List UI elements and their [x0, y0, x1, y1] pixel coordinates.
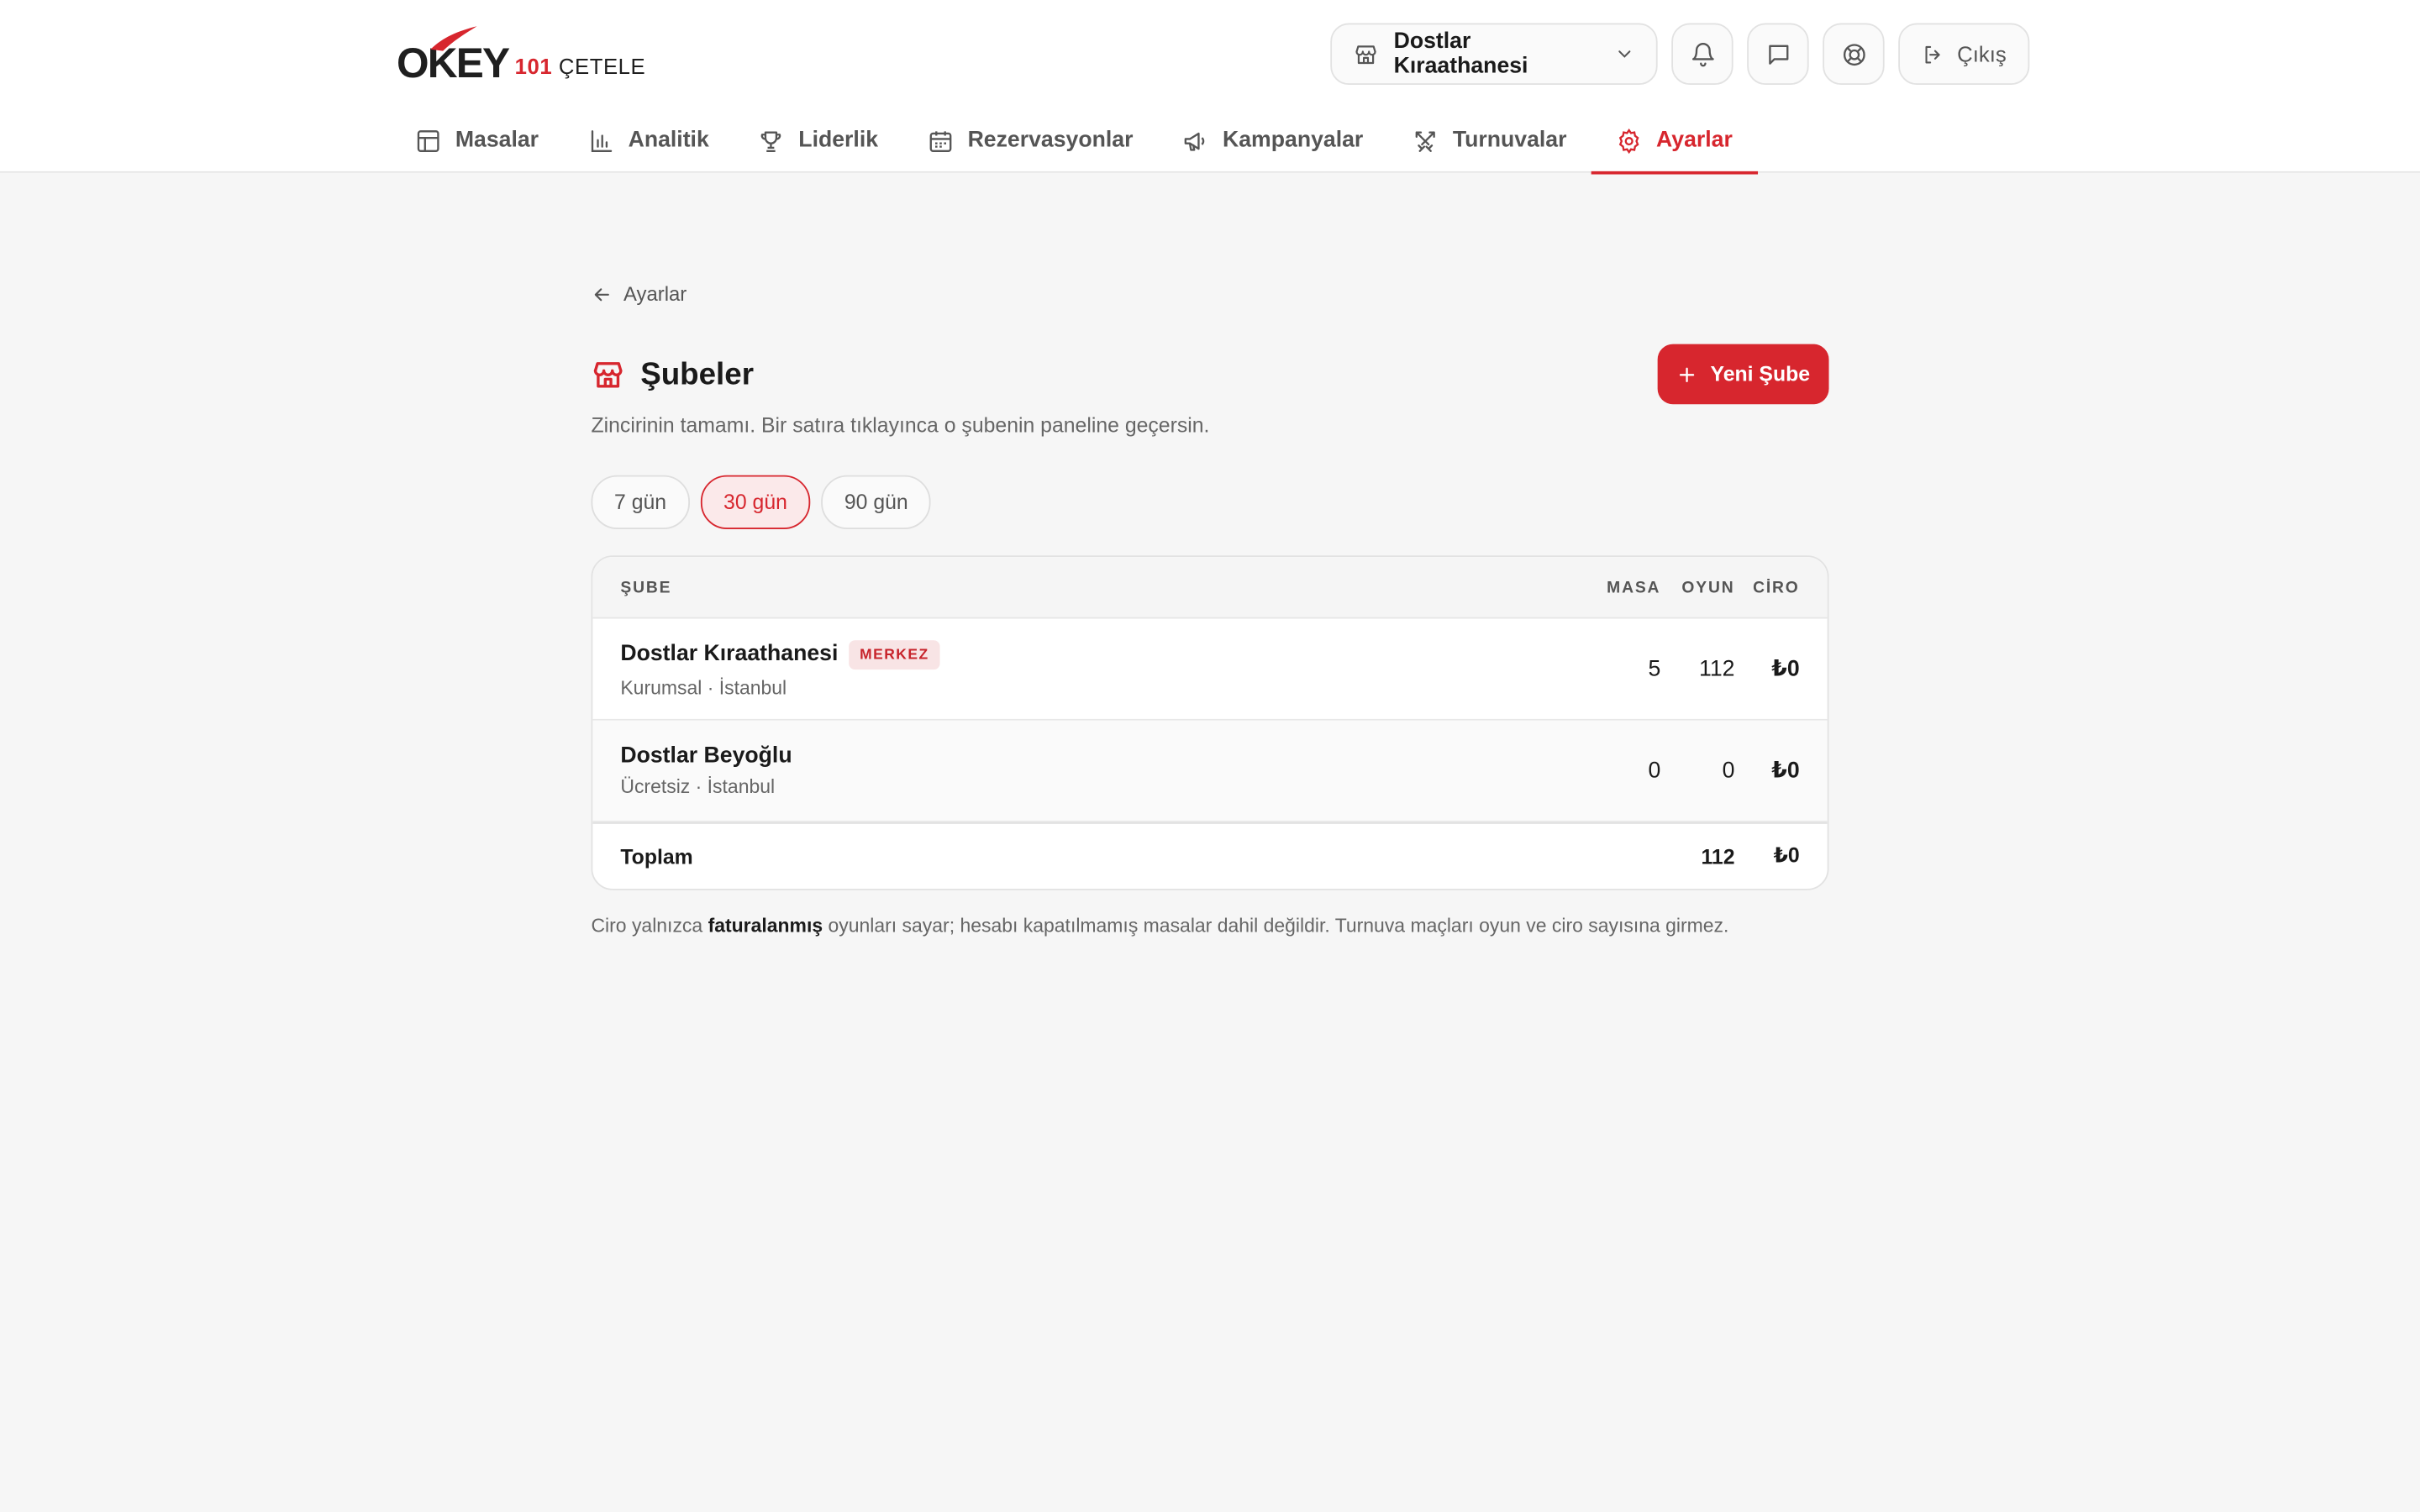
- notifications-button[interactable]: [1671, 23, 1733, 86]
- column-games: OYUN: [1681, 577, 1735, 596]
- column-revenue: CİRO: [1753, 577, 1800, 596]
- branch-selector[interactable]: Dostlar Kıraathanesi: [1330, 23, 1658, 86]
- tab-analitik[interactable]: Analitik: [563, 108, 734, 173]
- branch-revenue: ₺0: [1771, 656, 1800, 681]
- column-branch: ŞUBE: [620, 577, 672, 596]
- header-actions: Dostlar Kıraathanesi Çıkış: [1330, 23, 2030, 86]
- table-total-row: Toplam 112 ₺0: [592, 822, 1828, 889]
- logo-subtitle: 101 ÇETELE: [514, 54, 646, 79]
- table-header: ŞUBE MASA OYUN CİRO: [592, 557, 1828, 619]
- page-description: Zincirinin tamamı. Bir satıra tıklayınca…: [591, 413, 1210, 437]
- table-row[interactable]: Dostlar Beyoğlu Ücretsiz · İstanbul 0 0 …: [592, 720, 1828, 822]
- page-title: Şubeler: [640, 357, 754, 391]
- column-tables: MASA: [1607, 577, 1661, 596]
- tab-liderlik[interactable]: Liderlik: [734, 108, 902, 173]
- megaphone-icon: [1184, 131, 1205, 150]
- page-header: Şubeler Yeni Şube: [591, 344, 1829, 406]
- store-icon: [593, 362, 623, 388]
- range-30-days[interactable]: 30 gün: [700, 475, 811, 529]
- tab-rezervasyonlar[interactable]: Rezervasyonlar: [902, 108, 1157, 173]
- new-branch-button[interactable]: Yeni Şube: [1657, 344, 1829, 405]
- new-branch-label: Yeni Şube: [1710, 362, 1811, 386]
- branch-name: Dostlar Beyoğlu: [620, 743, 792, 769]
- logout-button[interactable]: Çıkış: [1898, 23, 2030, 86]
- bell-icon: [1691, 42, 1713, 66]
- branch-meta: Ücretsiz · İstanbul: [620, 775, 776, 798]
- support-button[interactable]: [1823, 23, 1885, 86]
- branch-games: 0: [1722, 758, 1735, 784]
- branch-selector-label: Dostlar Kıraathanesi: [1393, 29, 1528, 79]
- gear-icon: [1619, 128, 1639, 154]
- store-icon: [1355, 45, 1376, 64]
- branch-revenue: ₺0: [1771, 758, 1800, 784]
- app-root: OKEY 101 ÇETELE Dostlar Kıraathanesi Çık…: [0, 0, 2420, 1512]
- tab-ayarlar[interactable]: Ayarlar: [1591, 108, 1759, 175]
- swords-icon: [1416, 130, 1436, 152]
- message-icon: [1768, 44, 1788, 64]
- total-revenue: ₺0: [1773, 843, 1800, 868]
- logout-label: Çıkış: [1957, 41, 2007, 66]
- chevron-down-icon: [1618, 50, 1631, 58]
- branch-name: Dostlar Kıraathanesi: [620, 642, 839, 667]
- top-header: OKEY 101 ÇETELE Dostlar Kıraathanesi Çık…: [0, 0, 2420, 175]
- branch-tables: 0: [1648, 758, 1661, 784]
- plus-icon: [1680, 366, 1695, 382]
- total-games: 112: [1701, 844, 1735, 869]
- range-filter: 7 gün 30 gün 90 gün: [591, 475, 932, 529]
- main-nav: Masalar Analitik Liderlik Rezervasyonlar…: [391, 108, 1759, 175]
- arrow-left-icon: [594, 287, 609, 301]
- lifebuoy-icon: [1843, 43, 1865, 66]
- branch-tables: 5: [1648, 656, 1661, 681]
- calendar-icon: [929, 130, 952, 152]
- branch-meta: Kurumsal · İstanbul: [620, 676, 787, 699]
- table-icon: [417, 129, 439, 152]
- logo[interactable]: OKEY 101 ÇETELE: [397, 26, 646, 87]
- range-90-days[interactable]: 90 gün: [821, 475, 932, 529]
- messages-button[interactable]: [1747, 23, 1809, 86]
- branch-games: 112: [1699, 656, 1735, 681]
- total-label: Toplam: [620, 844, 693, 869]
- logout-icon: [1925, 45, 1940, 63]
- tab-masalar[interactable]: Masalar: [391, 108, 564, 173]
- bar-chart-icon: [591, 129, 613, 152]
- footnote: Ciro yalnızca faturalanmış oyunları saya…: [591, 915, 1729, 937]
- tab-kampanyalar[interactable]: Kampanyalar: [1158, 108, 1388, 173]
- table-row[interactable]: Dostlar Kıraathanesi MERKEZ Kurumsal · İ…: [592, 619, 1828, 721]
- branches-table: ŞUBE MASA OYUN CİRO Dostlar Kıraathanesi…: [591, 555, 1829, 890]
- back-link-label: Ayarlar: [623, 282, 687, 306]
- tab-turnuvalar[interactable]: Turnuvalar: [1388, 108, 1591, 173]
- status-badge: MERKEZ: [849, 639, 940, 669]
- logo-swoosh-icon: [430, 26, 477, 51]
- back-link[interactable]: Ayarlar: [591, 282, 687, 306]
- range-7-days[interactable]: 7 gün: [591, 475, 690, 529]
- trophy-icon: [761, 130, 781, 152]
